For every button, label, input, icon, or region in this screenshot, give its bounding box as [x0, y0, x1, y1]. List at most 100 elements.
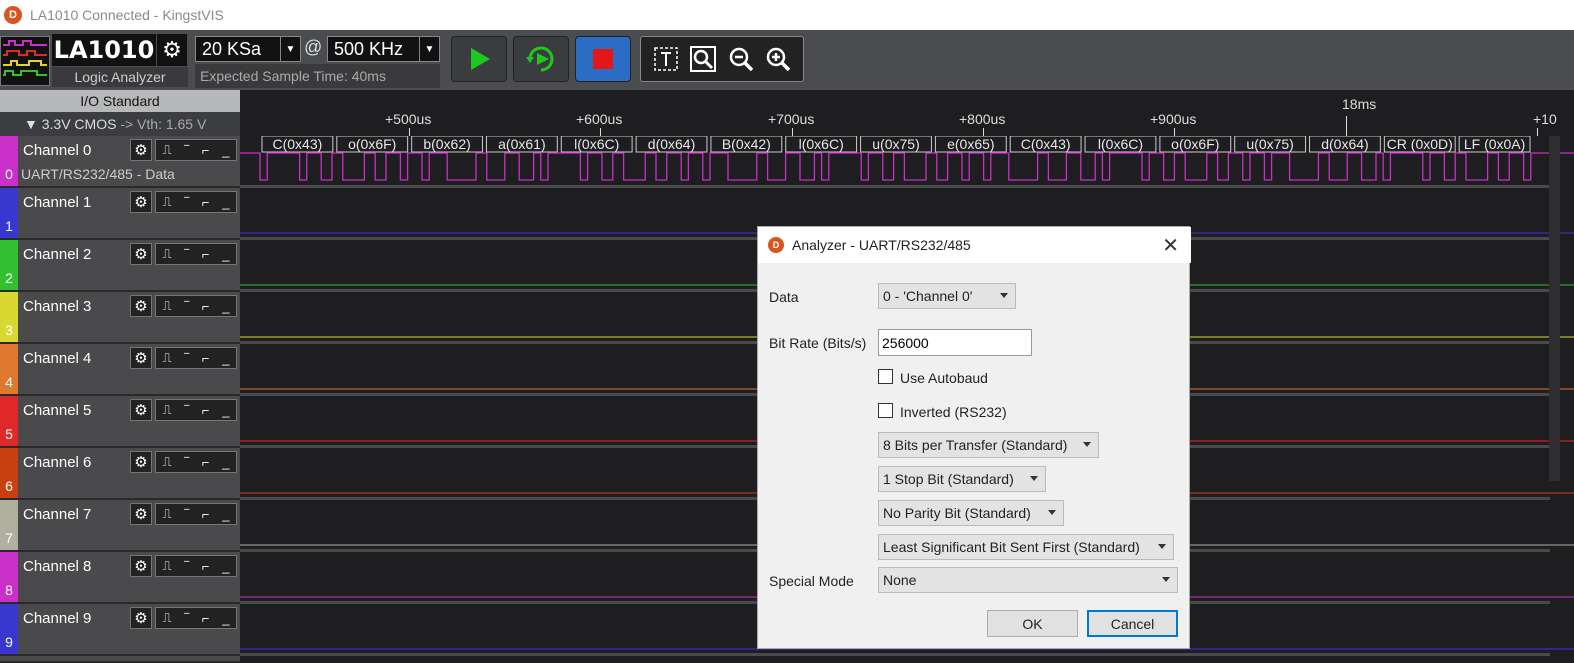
high-level-trigger-icon[interactable]: ‾ — [184, 299, 188, 314]
falling-edge-trigger-icon[interactable]: ⌐ — [202, 507, 210, 522]
high-level-trigger-icon[interactable]: ‾ — [184, 403, 188, 418]
start-button[interactable] — [451, 36, 507, 82]
channel-row[interactable]: 8 Channel 8 ⚙ ⎍ ‾ ⌐ _ — [0, 552, 240, 604]
high-level-trigger-icon[interactable]: ‾ — [184, 143, 188, 158]
time-ruler[interactable]: +500us +600us +700us +800us +900us 18ms … — [240, 90, 1574, 136]
channel-gear-icon[interactable]: ⚙ — [130, 243, 152, 265]
rising-edge-trigger-icon[interactable]: ⎍ — [162, 610, 171, 626]
low-level-trigger-icon[interactable]: _ — [222, 403, 229, 418]
channel-row[interactable]: 1 Channel 1 ⚙ ⎍ ‾ ⌐ _ — [0, 188, 240, 240]
close-icon[interactable]: ✕ — [1162, 233, 1179, 258]
cancel-button[interactable]: Cancel — [1087, 610, 1178, 637]
falling-edge-trigger-icon[interactable]: ⌐ — [202, 559, 210, 574]
decoded-byte-label: b(0x62) — [423, 136, 470, 152]
rising-edge-trigger-icon[interactable]: ⎍ — [162, 194, 171, 210]
channel-row[interactable]: 5 Channel 5 ⚙ ⎍ ‾ ⌐ _ — [0, 396, 240, 448]
channel-gear-icon[interactable]: ⚙ — [130, 191, 152, 213]
channel-color-tab: 6 — [0, 448, 18, 498]
channel-gear-icon[interactable]: ⚙ — [130, 139, 152, 161]
stop-button[interactable] — [575, 36, 631, 82]
dialog-title: Analyzer - UART/RS232/485 — [792, 237, 971, 253]
channel-row[interactable]: 0 Channel 0 UART/RS232/485 - Data ⚙ ⎍ ‾ ⌐ _ — [0, 136, 240, 188]
sample-rate-select[interactable]: 500 KHz ▼ — [327, 36, 440, 62]
low-level-trigger-icon[interactable]: _ — [222, 299, 229, 314]
use-autobaud-checkbox[interactable] — [878, 369, 893, 384]
falling-edge-trigger-icon[interactable]: ⌐ — [202, 299, 210, 314]
falling-edge-trigger-icon[interactable]: ⌐ — [202, 195, 210, 210]
zoom-out-icon[interactable] — [728, 46, 754, 72]
decoded-byte-label: o(0x6F) — [348, 136, 396, 152]
trigger-buttons: ⎍ ‾ ⌐ _ — [155, 607, 237, 629]
device-settings-gear-icon[interactable]: ⚙ — [157, 34, 187, 66]
text-cursor-icon[interactable] — [653, 46, 679, 72]
channel-name: Channel 8 — [23, 558, 92, 575]
falling-edge-trigger-icon[interactable]: ⌐ — [202, 351, 210, 366]
low-level-trigger-icon[interactable]: _ — [222, 611, 229, 626]
sample-depth-select[interactable]: 20 KSa ▼ — [195, 36, 301, 62]
ok-button[interactable]: OK — [987, 610, 1078, 637]
channel-gear-icon[interactable]: ⚙ — [130, 555, 152, 577]
channel-row[interactable]: 9 Channel 9 ⚙ ⎍ ‾ ⌐ _ — [0, 604, 240, 656]
chevron-down-icon — [1158, 544, 1166, 549]
low-level-trigger-icon[interactable]: _ — [222, 559, 229, 574]
parity-select[interactable]: No Parity Bit (Standard) — [878, 500, 1064, 526]
low-level-trigger-icon[interactable]: _ — [222, 195, 229, 210]
data-channel-select[interactable]: 0 - 'Channel 0' — [878, 283, 1016, 309]
high-level-trigger-icon[interactable]: ‾ — [184, 195, 188, 210]
device-subtitle: Logic Analyzer — [52, 67, 188, 87]
channel-color-tab: 8 — [0, 552, 18, 602]
high-level-trigger-icon[interactable]: ‾ — [184, 247, 188, 262]
channel-row[interactable]: 3 Channel 3 ⚙ ⎍ ‾ ⌐ _ — [0, 292, 240, 344]
high-level-trigger-icon[interactable]: ‾ — [184, 507, 188, 522]
vertical-scrollbar[interactable] — [1549, 136, 1560, 481]
high-level-trigger-icon[interactable]: ‾ — [184, 559, 188, 574]
bit-order-select[interactable]: Least Significant Bit Sent First (Standa… — [878, 534, 1174, 560]
falling-edge-trigger-icon[interactable]: ⌐ — [202, 611, 210, 626]
high-level-trigger-icon[interactable]: ‾ — [184, 611, 188, 626]
low-level-trigger-icon[interactable]: _ — [222, 247, 229, 262]
loop-start-button[interactable] — [513, 36, 569, 82]
channel-row[interactable]: 4 Channel 4 ⚙ ⎍ ‾ ⌐ _ — [0, 344, 240, 396]
channel-gear-icon[interactable]: ⚙ — [130, 503, 152, 525]
high-level-trigger-icon[interactable]: ‾ — [184, 455, 188, 470]
logic-analyzer-device-icon[interactable] — [0, 36, 50, 86]
bits-per-transfer-select[interactable]: 8 Bits per Transfer (Standard) — [878, 432, 1099, 458]
inverted-checkbox[interactable] — [878, 403, 893, 418]
falling-edge-trigger-icon[interactable]: ⌐ — [202, 143, 210, 158]
channel-gear-icon[interactable]: ⚙ — [130, 607, 152, 629]
special-mode-select[interactable]: None — [878, 567, 1178, 593]
io-standard-select[interactable]: ▼ 3.3V CMOS -> Vth: 1.65 V — [0, 112, 240, 136]
falling-edge-trigger-icon[interactable]: ⌐ — [202, 455, 210, 470]
rising-edge-trigger-icon[interactable]: ⎍ — [162, 350, 171, 366]
falling-edge-trigger-icon[interactable]: ⌐ — [202, 247, 210, 262]
channel-gear-icon[interactable]: ⚙ — [130, 347, 152, 369]
high-level-trigger-icon[interactable]: ‾ — [184, 351, 188, 366]
low-level-trigger-icon[interactable]: _ — [222, 455, 229, 470]
rising-edge-trigger-icon[interactable]: ⎍ — [162, 246, 171, 262]
channel-name: Channel 1 — [23, 194, 92, 211]
low-level-trigger-icon[interactable]: _ — [222, 507, 229, 522]
channel-gear-icon[interactable]: ⚙ — [130, 399, 152, 421]
rising-edge-trigger-icon[interactable]: ⎍ — [162, 454, 171, 470]
rising-edge-trigger-icon[interactable]: ⎍ — [162, 402, 171, 418]
rising-edge-trigger-icon[interactable]: ⎍ — [162, 142, 171, 158]
channel-name: Channel 3 — [23, 298, 92, 315]
zoom-fit-icon[interactable] — [690, 46, 717, 72]
rising-edge-trigger-icon[interactable]: ⎍ — [162, 558, 171, 574]
channel-name: Channel 9 — [23, 610, 92, 627]
channel-row[interactable]: 6 Channel 6 ⚙ ⎍ ‾ ⌐ _ — [0, 448, 240, 500]
bitrate-input[interactable] — [878, 329, 1032, 356]
zoom-in-icon[interactable] — [765, 46, 791, 72]
channel-row[interactable]: 2 Channel 2 ⚙ ⎍ ‾ ⌐ _ — [0, 240, 240, 292]
channel-row[interactable]: 7 Channel 7 ⚙ ⎍ ‾ ⌐ _ — [0, 500, 240, 552]
stop-bits-select[interactable]: 1 Stop Bit (Standard) — [878, 466, 1046, 492]
io-vth-value: -> Vth: 1.65 V — [120, 116, 207, 132]
channel-gear-icon[interactable]: ⚙ — [130, 451, 152, 473]
channel-number: 3 — [5, 322, 13, 338]
channel-gear-icon[interactable]: ⚙ — [130, 295, 152, 317]
low-level-trigger-icon[interactable]: _ — [222, 351, 229, 366]
rising-edge-trigger-icon[interactable]: ⎍ — [162, 298, 171, 314]
low-level-trigger-icon[interactable]: _ — [222, 143, 229, 158]
rising-edge-trigger-icon[interactable]: ⎍ — [162, 506, 171, 522]
falling-edge-trigger-icon[interactable]: ⌐ — [202, 403, 210, 418]
